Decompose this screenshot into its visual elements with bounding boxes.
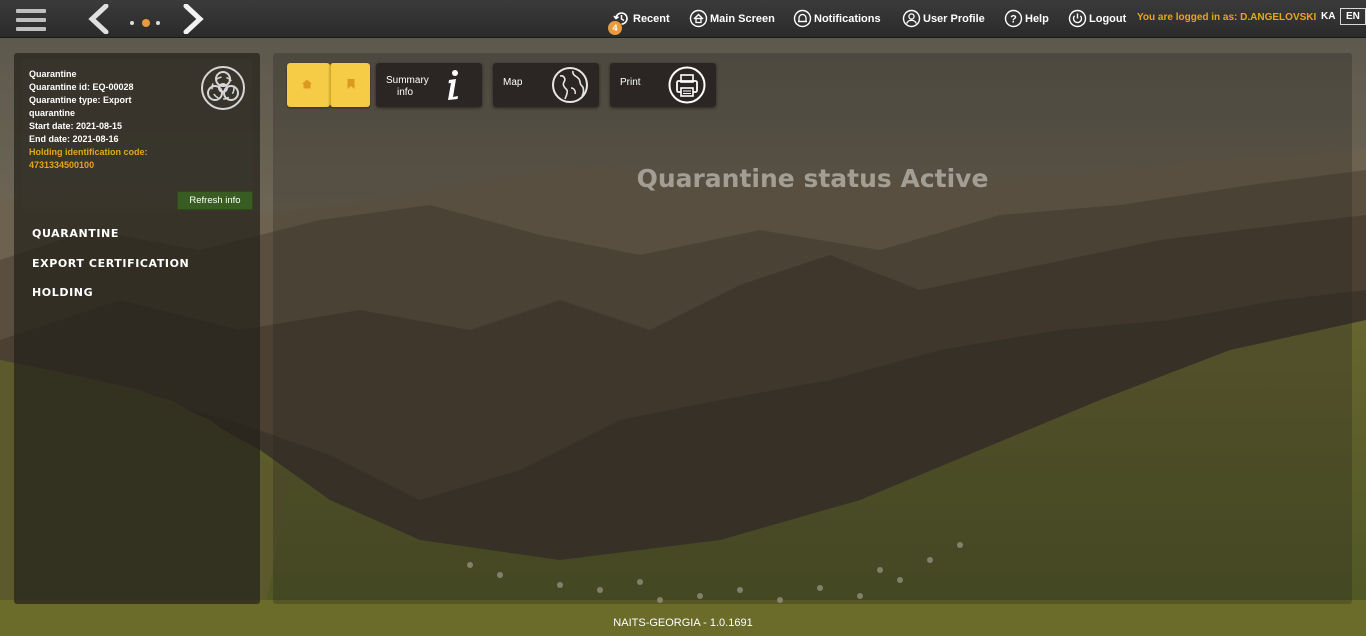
info-holding-code: 4731334500100 [29, 160, 95, 170]
info-holding-label: Holding identification code: [29, 147, 148, 157]
bell-icon [793, 9, 812, 28]
info-title: Quarantine [29, 69, 77, 79]
quarantine-status-title: Quarantine status Active [636, 164, 989, 193]
globe-icon [552, 67, 588, 103]
map-label: Map [503, 77, 523, 88]
home-icon [689, 9, 708, 28]
top-navigation-bar: Recent 4 Main Screen Notifications User … [0, 0, 1366, 38]
print-label: Print [620, 77, 641, 88]
menu-main-screen[interactable]: Main Screen [689, 9, 775, 28]
map-button[interactable]: Map [493, 63, 599, 107]
chevron-right-icon[interactable] [180, 4, 206, 34]
print-button[interactable]: Print [610, 63, 716, 107]
language-en-button[interactable]: EN [1340, 8, 1366, 25]
printer-icon [668, 66, 706, 104]
refresh-info-button[interactable]: Refresh info [177, 191, 253, 210]
bookmark-tile-button[interactable] [330, 63, 370, 107]
menu-recent[interactable]: Recent 4 [608, 9, 670, 35]
menu-notifications-label: Notifications [814, 12, 881, 25]
footer-version: NAITS-GEORGIA - 1.0.1691 [613, 617, 753, 629]
menu-notifications[interactable]: Notifications [793, 9, 881, 28]
summary-info-label-line2: info [397, 87, 414, 98]
quarantine-info-card: Quarantine Quarantine id: EQ-00028 Quara… [22, 59, 253, 210]
navigation-dots-icon [128, 18, 164, 28]
side-navigation: QUARANTINE EXPORT CERTIFICATION HOLDING [32, 227, 252, 316]
bookmark-icon [347, 79, 355, 89]
info-end-date: End date: 2021-08-16 [29, 134, 119, 144]
side-nav-export-certification[interactable]: EXPORT CERTIFICATION [32, 257, 252, 287]
menu-recent-label: Recent [633, 12, 670, 25]
recent-count-badge: 4 [608, 21, 622, 35]
menu-help-label: Help [1025, 12, 1049, 25]
info-quarantine-id: Quarantine id: EQ-00028 [29, 82, 134, 92]
home-small-icon [302, 79, 312, 89]
menu-logout-label: Logout [1089, 12, 1127, 25]
language-ka-button[interactable]: KA [1321, 11, 1335, 22]
summary-info-label-line1: Summary [386, 75, 429, 86]
menu-main-screen-label: Main Screen [710, 12, 775, 25]
menu-logout[interactable]: Logout [1068, 9, 1126, 28]
main-content-panel: Summary info Map Print Quarantine status… [273, 53, 1352, 604]
info-start-date: Start date: 2021-08-15 [29, 121, 123, 131]
biohazard-icon [201, 66, 245, 110]
summary-info-button[interactable]: Summary info [376, 63, 482, 107]
summary-info-label: Summary info [386, 75, 429, 99]
help-icon: ? [1004, 9, 1023, 28]
home-tile-button[interactable] [287, 63, 330, 107]
info-quarantine-type: Quarantine type: Export [29, 95, 132, 105]
user-icon [902, 9, 921, 28]
chevron-left-icon[interactable] [86, 4, 112, 34]
hamburger-menu-icon[interactable] [16, 9, 46, 31]
info-quarantine-type-cont: quarantine [29, 108, 76, 118]
svg-text:?: ? [1010, 14, 1017, 26]
power-icon [1068, 9, 1087, 28]
logged-in-user-text: You are logged in as: D.ANGELOVSKI [1137, 12, 1317, 23]
menu-user-profile-label: User Profile [923, 12, 985, 25]
side-nav-holding[interactable]: HOLDING [32, 286, 252, 316]
menu-user-profile[interactable]: User Profile [902, 9, 985, 28]
info-icon [448, 70, 458, 100]
quarantine-info-lines: Quarantine Quarantine id: EQ-00028 Quara… [29, 68, 179, 172]
side-nav-quarantine[interactable]: QUARANTINE [32, 227, 252, 257]
left-sidebar: Quarantine Quarantine id: EQ-00028 Quara… [14, 53, 260, 604]
menu-help[interactable]: ? Help [1004, 9, 1049, 28]
